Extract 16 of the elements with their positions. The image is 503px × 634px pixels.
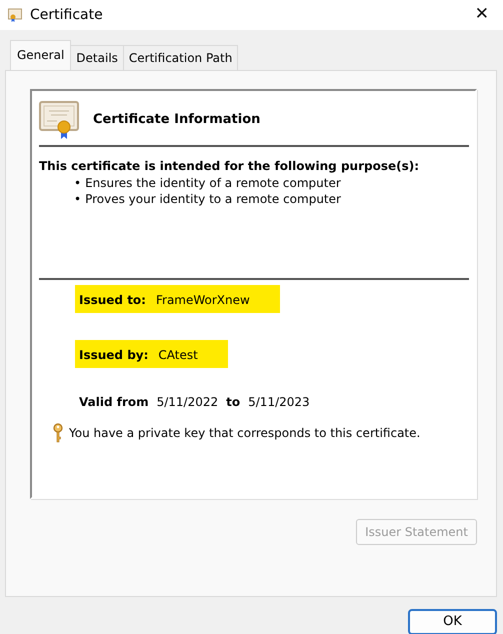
- key-icon: [53, 423, 63, 443]
- private-key-note: You have a private key that corresponds to this certificate.: [69, 425, 420, 442]
- purpose-heading: This certificate is intended for the following purpose(s):: [39, 158, 420, 175]
- validity-text: Valid from 5/11/2022 to 5/11/2023: [79, 394, 310, 411]
- purpose-item: • Proves your identity to a remote computer: [74, 192, 341, 206]
- section-heading: Certificate Information: [93, 111, 260, 130]
- certificate-icon: [8, 8, 22, 22]
- field-text: Issued to: FrameWorXnew: [75, 285, 280, 313]
- tab[interactable]: General: [10, 40, 72, 70]
- close-button[interactable]: ✕: [468, 2, 495, 28]
- field-text: Issued by: CAtest: [75, 340, 228, 368]
- tab[interactable]: Certification Path: [122, 45, 238, 70]
- certificate-icon: [39, 101, 79, 139]
- window-title: Certificate: [30, 6, 103, 24]
- ok-button[interactable]: OK: [408, 609, 497, 634]
- purpose-item: • Ensures the identity of a remote computer: [74, 176, 341, 190]
